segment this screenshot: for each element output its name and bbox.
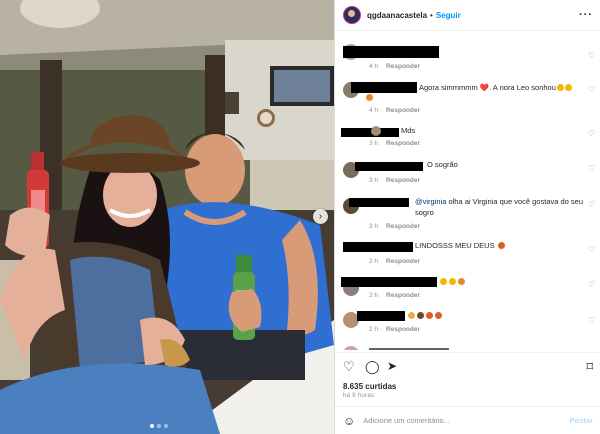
photo-illustration xyxy=(0,0,334,434)
avatar[interactable] xyxy=(343,6,361,24)
comment-item: 2 h Responder ♡ xyxy=(335,310,600,338)
carousel-dot xyxy=(150,424,154,428)
comment-time: 4 h xyxy=(369,63,379,70)
comment-item: Agora simmmmm ❤️. A nora Leo sonhou 4 h R… xyxy=(335,80,600,114)
comment-time: 3 h xyxy=(369,140,379,147)
carousel-next-button[interactable]: › xyxy=(313,209,328,224)
commenter-avatar[interactable] xyxy=(371,126,381,136)
clap-emoji-icon xyxy=(564,84,572,91)
comment-time: 2 h xyxy=(369,292,379,299)
comment-time: 3 h xyxy=(369,177,379,184)
post-photo[interactable]: › xyxy=(0,0,334,434)
comment-item: LINDOSSS MEU DEUS 2 h Responder ♡ xyxy=(335,241,600,269)
like-comment-icon[interactable]: ♡ xyxy=(588,200,595,209)
clap-emoji-icon xyxy=(449,278,456,285)
post-header: qgdaanacastela • Seguir ··· xyxy=(335,0,600,31)
username[interactable]: qgdaanacastela xyxy=(367,11,427,20)
redacted-username xyxy=(349,198,409,207)
comment-time: 4 h xyxy=(369,107,379,114)
carousel-dots xyxy=(150,424,168,428)
post-panel: qgdaanacastela • Seguir ··· 4 h Responder… xyxy=(334,0,600,434)
reply-button[interactable]: Responder xyxy=(386,63,420,70)
like-icon[interactable]: ♡ xyxy=(343,359,355,375)
comment-text: Agora simmmmm ❤️. A nora Leo sonhou xyxy=(419,83,556,92)
like-comment-icon[interactable]: ♡ xyxy=(588,316,595,325)
fire-emoji-icon xyxy=(366,94,373,101)
like-comment-icon[interactable]: ♡ xyxy=(588,129,595,138)
add-comment-bar: ☺ Adicione um comentário... Postar xyxy=(335,406,600,434)
mention-link[interactable]: @virginia xyxy=(415,197,446,206)
separator: • xyxy=(430,10,433,20)
like-comment-icon[interactable]: ♡ xyxy=(588,85,595,94)
like-comment-icon[interactable]: ♡ xyxy=(588,280,595,289)
reply-button[interactable]: Responder xyxy=(386,177,420,184)
likes-count[interactable]: 8.635 curtidas xyxy=(343,382,396,391)
comment-item: Mds 3 h Responder ♡ xyxy=(335,126,600,150)
comment-time: 2 h xyxy=(369,326,379,333)
redacted-username xyxy=(369,348,449,350)
carousel-dot xyxy=(157,424,161,428)
reply-button[interactable]: Responder xyxy=(386,107,420,114)
post-time: há 9 horas xyxy=(343,393,375,399)
emoji-picker-icon[interactable]: ☺ xyxy=(343,414,355,428)
comment-item: 4 h Responder ♡ xyxy=(335,42,600,72)
redacted-username xyxy=(343,46,439,58)
comment-time: 2 h xyxy=(369,258,379,265)
like-comment-icon[interactable]: ♡ xyxy=(588,51,595,60)
comment-item: 2 h Responder ♡ xyxy=(335,276,600,304)
redacted-username xyxy=(343,242,413,252)
save-bookmark-icon[interactable]: ⌑ xyxy=(586,359,593,375)
comment-item: O sogrão 3 h Responder ♡ xyxy=(335,160,600,186)
clap-emoji-icon xyxy=(556,84,564,91)
reply-button[interactable]: Responder xyxy=(386,292,420,299)
comment-text: LINDOSSS MEU DEUS xyxy=(415,241,495,250)
redacted-username xyxy=(341,128,399,137)
emoji-icon xyxy=(408,312,415,319)
comment-time: 3 h xyxy=(369,223,379,230)
comment-text: Mds xyxy=(401,126,416,135)
reply-button[interactable]: Responder xyxy=(386,223,420,230)
redacted-username xyxy=(341,277,437,287)
fire-emoji-icon xyxy=(458,278,465,285)
reply-button[interactable]: Responder xyxy=(386,140,420,147)
more-horizontal-icon[interactable]: ··· xyxy=(579,9,593,21)
post-comment-button[interactable]: Postar xyxy=(570,416,593,425)
comment-text: O sogrão xyxy=(427,160,458,169)
like-comment-icon[interactable]: ♡ xyxy=(588,245,595,254)
like-comment-icon[interactable]: ♡ xyxy=(588,164,595,173)
comment-item: @virginia olha ai Virginia que você gost… xyxy=(335,196,600,232)
carousel-dot xyxy=(164,424,168,428)
redacted-username xyxy=(351,82,417,93)
comment-input[interactable]: Adicione um comentário... xyxy=(363,416,450,425)
share-icon[interactable]: ➤ xyxy=(387,359,397,373)
clap-emoji-icon xyxy=(440,278,447,285)
post-actions: ♡ ◯ ➤ ⌑ 8.635 curtidas há 9 horas xyxy=(335,352,600,402)
redacted-username xyxy=(355,162,423,171)
emoji-icon xyxy=(417,312,424,319)
redacted-username xyxy=(357,311,405,321)
commenter-avatar[interactable] xyxy=(343,346,359,350)
reply-button[interactable]: Responder xyxy=(386,258,420,265)
follow-button[interactable]: Seguir xyxy=(436,11,461,20)
heart-eyes-emoji-icon xyxy=(497,242,505,249)
comment-item xyxy=(335,344,600,350)
reply-button[interactable]: Responder xyxy=(386,326,420,333)
emoji-icon xyxy=(435,312,442,319)
emoji-icon xyxy=(426,312,433,319)
comments-list: 4 h Responder ♡ Agora simmmmm ❤️. A nora … xyxy=(335,38,600,350)
comment-icon[interactable]: ◯ xyxy=(365,359,380,375)
